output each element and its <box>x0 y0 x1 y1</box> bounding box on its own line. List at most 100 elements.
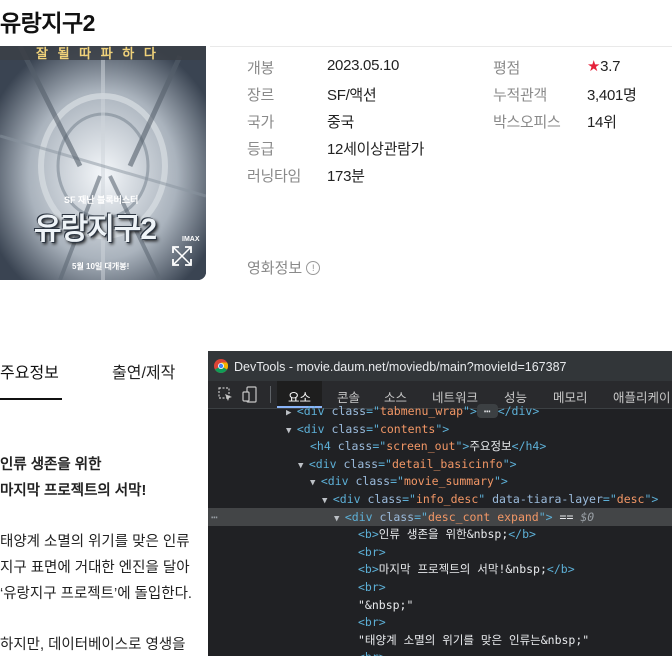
movie-info-label: 영화정보 <box>247 260 303 277</box>
tag-end: > <box>371 562 379 577</box>
attr-value: desc_cont expand <box>427 509 539 524</box>
tag-open: <div <box>296 421 325 436</box>
node-text: 인류 생존을 위한&nbsp; <box>378 527 509 542</box>
node-text: 주요정보 <box>469 439 512 454</box>
movie-poster[interactable]: 잘 될 따 파 하 다 SF 재난 블록버스터 유랑지구2 5월 10일 대개봉… <box>0 46 206 280</box>
attr-name: class <box>372 509 415 524</box>
dom-tree-node[interactable]: ▶ <div class="tabmenu_wrap"> ⋯ </div> <box>286 402 539 420</box>
info-value-country: 중국 <box>327 114 355 131</box>
info-value-audience: 3,401명 <box>587 87 637 104</box>
expand-icon[interactable] <box>171 245 193 267</box>
devtools-window[interactable]: DevTools - movie.daum.net/moviedb/main?m… <box>208 351 672 656</box>
attr-quote: " <box>493 474 501 489</box>
tag-open: <br <box>358 580 379 594</box>
dom-tree-node[interactable]: ▼ <div class="detail_basicinfo"> <box>298 455 517 473</box>
tag-end: > <box>378 580 386 594</box>
score-number: 3.7 <box>600 58 621 75</box>
device-toggle-icon[interactable] <box>242 386 258 403</box>
collapse-arrow-icon: ▼ <box>310 478 321 489</box>
toolbar-separator <box>270 386 271 403</box>
inspect-element-icon[interactable] <box>218 387 233 402</box>
attr-name: class <box>324 421 367 436</box>
selected-ref: $0 <box>580 509 595 524</box>
page-title: 유랑지구2 <box>0 10 95 36</box>
info-value-release: 2023.05.10 <box>327 57 400 74</box>
info-value-rating: 12세이상관람가 <box>327 141 425 158</box>
desc-bold-line-2: 마지막 프로젝트의 서막! <box>0 483 147 499</box>
dom-tree-node[interactable]: ▼ <div class="movie_summary"> <box>310 472 508 490</box>
score-value: ★3.7 <box>587 57 620 75</box>
tag-open: <b <box>358 562 372 577</box>
poster-imax-text: IMAX <box>182 236 200 243</box>
dom-tree-node[interactable]: <b>마지막 프로젝트의 서막!&nbsp;</b> <box>358 560 575 578</box>
info-label-genre: 장르 <box>247 87 275 104</box>
tag-open: <br <box>358 615 379 630</box>
node-text: 마지막 프로젝트의 서막!&nbsp; <box>378 562 547 577</box>
desc-line-3: 태양계 소멸의 위기를 맞은 인류 <box>0 534 190 550</box>
tag-end: > <box>379 650 386 656</box>
attr-name: data-tiara-layer <box>485 492 603 506</box>
dom-tree-node[interactable]: <br> <box>358 578 386 596</box>
tab-cast-crew[interactable]: 출연/제작 <box>112 359 175 383</box>
collapse-arrow-icon: ▼ <box>334 513 345 524</box>
attr-value: tabmenu_wrap <box>379 404 464 418</box>
dom-tree-node[interactable]: <br> <box>358 648 386 656</box>
poster-top-text: 잘 될 따 파 하 다 <box>36 46 159 61</box>
attr-quote: =" <box>378 456 392 471</box>
dom-tree-node[interactable]: <h4 class="screen_out">주요정보</h4> <box>310 437 546 455</box>
dom-tree-node[interactable]: <b>인류 생존을 위한&nbsp;</b> <box>358 525 536 543</box>
dom-tree-node[interactable]: ▼ <div class="info_desc" data-tiara-laye… <box>322 490 658 508</box>
dom-tree-node[interactable]: "&nbsp;" <box>358 596 413 614</box>
attr-name: class <box>360 492 403 506</box>
dom-tree-node[interactable]: ▼ <div class="contents"> <box>286 420 449 438</box>
attr-value: desc <box>616 492 645 506</box>
info-label-runtime: 러닝타임 <box>247 168 302 185</box>
tag-end: > <box>378 544 386 559</box>
attr-quote: " <box>502 456 510 471</box>
tab-main-info[interactable]: 주요정보 <box>0 359 59 383</box>
expand-arrow-icon: ▶ <box>286 408 297 418</box>
info-label-rating: 등급 <box>247 141 275 158</box>
info-value-genre: SF/액션 <box>327 87 377 104</box>
attr-name: class <box>330 439 373 454</box>
movie-info-link[interactable]: 영화정보 ! <box>247 257 321 278</box>
attr-value: screen_out <box>386 439 456 454</box>
tag-open: <br <box>358 544 379 559</box>
devtools-titlebar[interactable]: DevTools - movie.daum.net/moviedb/main?m… <box>208 351 672 381</box>
attr-quote: " <box>463 404 470 418</box>
collapse-arrow-icon: ▼ <box>286 425 297 436</box>
tag-close: </b> <box>546 562 575 577</box>
selected-eq: == <box>552 509 581 524</box>
dom-tree-node[interactable]: <br> <box>358 543 386 561</box>
collapsed-dots-icon: ⋯ <box>476 404 498 418</box>
tag-open: <div <box>332 492 361 506</box>
tag-open: <br <box>358 650 379 656</box>
tag-end: > <box>371 527 379 542</box>
tag-end: > <box>545 509 553 524</box>
info-icon[interactable]: ! <box>306 260 321 275</box>
attr-value: info_desc <box>415 492 479 506</box>
collapse-arrow-icon: ▼ <box>322 496 333 506</box>
tag-end: > <box>469 404 477 418</box>
divider <box>210 46 672 47</box>
attr-name: class <box>324 404 367 418</box>
tag-close: </b> <box>508 527 536 542</box>
tag-close: </h4> <box>511 439 547 454</box>
tag-open: <div <box>296 404 325 418</box>
info-value-boxoffice: 14위 <box>587 114 617 131</box>
desc-line-6: 하지만, 데이터베이스로 영생을 <box>0 637 186 653</box>
tag-end: > <box>509 456 517 471</box>
attr-quote: =" <box>366 404 380 418</box>
dom-tree-node[interactable]: <br> <box>358 613 386 631</box>
dom-tree-node[interactable]: "태양계 소멸의 위기를 맞은 인류는&nbsp;" <box>358 631 589 649</box>
desc-bold-line-1: 인류 생존을 위한 <box>0 457 102 473</box>
devtools-tab-application[interactable]: 애플리케이 <box>613 387 671 406</box>
devtools-tab-memory[interactable]: 메모리 <box>553 387 588 406</box>
tag-open: <b <box>358 527 372 542</box>
desc-line-4: 지구 표면에 거대한 엔진을 달아 <box>0 560 190 576</box>
dom-tree-node[interactable]: ▼ <div class="desc_cont expand"> == $0 <box>334 508 594 526</box>
tag-open: <div <box>344 509 373 524</box>
attr-name: class <box>336 456 379 471</box>
attr-quote: =" <box>390 474 404 489</box>
chrome-icon <box>214 359 228 373</box>
